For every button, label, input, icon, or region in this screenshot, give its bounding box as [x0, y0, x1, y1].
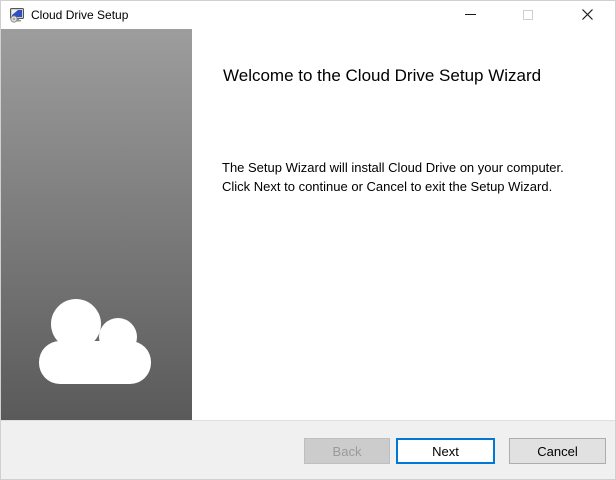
maximize-button[interactable] [503, 1, 553, 29]
minimize-icon [464, 8, 476, 23]
installer-app-icon [9, 7, 25, 23]
welcome-description: The Setup Wizard will install Cloud Driv… [222, 158, 612, 196]
wizard-content: Welcome to the Cloud Drive Setup Wizard … [192, 29, 615, 420]
cancel-button[interactable]: Cancel [509, 438, 606, 464]
minimize-button[interactable] [445, 1, 495, 29]
close-button[interactable] [562, 1, 612, 29]
cloud-icon [39, 299, 151, 385]
wizard-banner [1, 29, 192, 420]
installer-window: Cloud Drive Setup Welcome to the Cloud D… [0, 0, 616, 480]
welcome-heading: Welcome to the Cloud Drive Setup Wizard [223, 66, 542, 85]
window-title: Cloud Drive Setup [31, 8, 129, 22]
back-button[interactable]: Back [304, 438, 390, 464]
title-bar: Cloud Drive Setup [1, 1, 615, 29]
description-line-1: The Setup Wizard will install Cloud Driv… [222, 160, 564, 175]
maximize-icon [523, 8, 533, 23]
next-button[interactable]: Next [396, 438, 495, 464]
description-line-2: Click Next to continue or Cancel to exit… [222, 179, 553, 194]
wizard-footer: Back Next Cancel [1, 420, 615, 479]
close-icon [581, 8, 593, 23]
